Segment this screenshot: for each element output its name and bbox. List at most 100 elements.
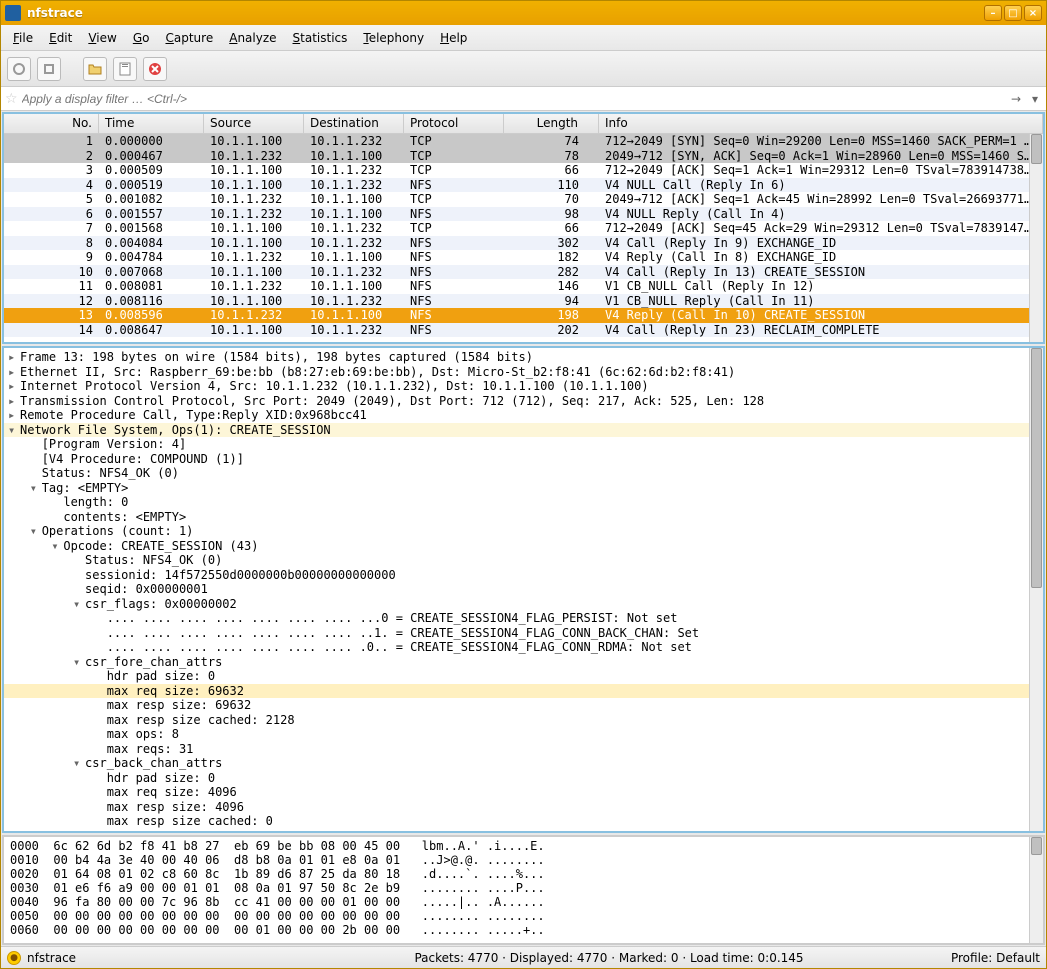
- menu-capture[interactable]: Capture: [157, 28, 221, 48]
- detail-line[interactable]: .... .... .... .... .... .... .... ..1. …: [4, 626, 1043, 641]
- detail-line[interactable]: sessionid: 14f572550d0000000b00000000000…: [4, 568, 1043, 583]
- toolbar: [1, 51, 1046, 87]
- hex-line[interactable]: 0050 00 00 00 00 00 00 00 00 00 00 00 00…: [10, 909, 1037, 923]
- bookmark-icon[interactable]: ☆: [5, 91, 18, 107]
- apply-filter-button[interactable]: →: [1004, 92, 1028, 106]
- menu-file[interactable]: File: [5, 28, 41, 48]
- detail-line[interactable]: ▾ Network File System, Ops(1): CREATE_SE…: [4, 423, 1043, 438]
- detail-line[interactable]: hdr pad size: 0: [4, 669, 1043, 684]
- hex-line[interactable]: 0040 96 fa 80 00 00 7c 96 8b cc 41 00 00…: [10, 895, 1037, 909]
- statusbar: ● nfstrace Packets: 4770 · Displayed: 47…: [1, 946, 1046, 968]
- app-icon: [5, 5, 21, 21]
- hex-scrollbar[interactable]: [1029, 837, 1043, 943]
- menu-statistics[interactable]: Statistics: [285, 28, 356, 48]
- col-header-length[interactable]: Length: [504, 114, 599, 133]
- detail-line[interactable]: max reqs: 31: [4, 742, 1043, 757]
- packet-detail-pane[interactable]: ▸ Frame 13: 198 bytes on wire (1584 bits…: [2, 346, 1045, 833]
- col-header-destination[interactable]: Destination: [304, 114, 404, 133]
- hex-line[interactable]: 0030 01 e6 f6 a9 00 00 01 01 08 0a 01 97…: [10, 881, 1037, 895]
- detail-line[interactable]: max ops: 2: [4, 829, 1043, 834]
- packet-list-pane: No. Time Source Destination Protocol Len…: [2, 112, 1045, 344]
- detail-line[interactable]: [Program Version: 4]: [4, 437, 1043, 452]
- table-row[interactable]: 40.00051910.1.1.10010.1.1.232NFS110V4 NU…: [4, 178, 1043, 193]
- start-capture-button[interactable]: [7, 57, 31, 81]
- detail-line[interactable]: ▸ Remote Procedure Call, Type:Reply XID:…: [4, 408, 1043, 423]
- open-file-button[interactable]: [83, 57, 107, 81]
- table-row[interactable]: 140.00864710.1.1.10010.1.1.232NFS202V4 C…: [4, 323, 1043, 338]
- detail-line[interactable]: max ops: 8: [4, 727, 1043, 742]
- detail-line[interactable]: ▸ Internet Protocol Version 4, Src: 10.1…: [4, 379, 1043, 394]
- detail-line[interactable]: length: 0: [4, 495, 1043, 510]
- detail-line[interactable]: ▾ Opcode: CREATE_SESSION (43): [4, 539, 1043, 554]
- detail-line[interactable]: [V4 Procedure: COMPOUND (1)]: [4, 452, 1043, 467]
- detail-line[interactable]: ▸ Transmission Control Protocol, Src Por…: [4, 394, 1043, 409]
- detail-line[interactable]: Status: NFS4_OK (0): [4, 553, 1043, 568]
- menu-view[interactable]: View: [80, 28, 124, 48]
- close-button[interactable]: ×: [1024, 5, 1042, 21]
- table-row[interactable]: 90.00478410.1.1.23210.1.1.100NFS182V4 Re…: [4, 250, 1043, 265]
- hex-line[interactable]: 0000 6c 62 6d b2 f8 41 b8 27 eb 69 be bb…: [10, 839, 1037, 853]
- hex-line[interactable]: 0060 00 00 00 00 00 00 00 00 00 01 00 00…: [10, 923, 1037, 937]
- detail-line[interactable]: ▸ Ethernet II, Src: Raspberr_69:be:bb (b…: [4, 365, 1043, 380]
- stop-capture-button[interactable]: [37, 57, 61, 81]
- col-header-protocol[interactable]: Protocol: [404, 114, 504, 133]
- detail-line[interactable]: .... .... .... .... .... .... .... ...0 …: [4, 611, 1043, 626]
- table-row[interactable]: 50.00108210.1.1.23210.1.1.100TCP702049→7…: [4, 192, 1043, 207]
- table-row[interactable]: 60.00155710.1.1.23210.1.1.100NFS98V4 NUL…: [4, 207, 1043, 222]
- table-row[interactable]: 100.00706810.1.1.10010.1.1.232NFS282V4 C…: [4, 265, 1043, 280]
- detail-line[interactable]: ▾ csr_back_chan_attrs: [4, 756, 1043, 771]
- detail-line[interactable]: ▸ Frame 13: 198 bytes on wire (1584 bits…: [4, 350, 1043, 365]
- window-title: nfstrace: [27, 6, 984, 20]
- table-row[interactable]: 10.00000010.1.1.10010.1.1.232TCP74712→20…: [4, 134, 1043, 149]
- detail-line[interactable]: ▾ Tag: <EMPTY>: [4, 481, 1043, 496]
- menu-go[interactable]: Go: [125, 28, 158, 48]
- menu-help[interactable]: Help: [432, 28, 475, 48]
- col-header-info[interactable]: Info: [599, 114, 1043, 133]
- table-row[interactable]: 20.00046710.1.1.23210.1.1.100TCP782049→7…: [4, 149, 1043, 164]
- status-right[interactable]: Profile: Default: [900, 951, 1040, 965]
- status-mid: Packets: 4770 · Displayed: 4770 · Marked…: [318, 951, 900, 965]
- hex-pane[interactable]: 0000 6c 62 6d b2 f8 41 b8 27 eb 69 be bb…: [2, 835, 1045, 945]
- expert-info-icon[interactable]: ●: [7, 951, 21, 965]
- col-header-no[interactable]: No.: [4, 114, 99, 133]
- col-header-source[interactable]: Source: [204, 114, 304, 133]
- packet-list-header: No. Time Source Destination Protocol Len…: [4, 114, 1043, 134]
- table-row[interactable]: 120.00811610.1.1.10010.1.1.232NFS94V1 CB…: [4, 294, 1043, 309]
- detail-line[interactable]: ▾ csr_flags: 0x00000002: [4, 597, 1043, 612]
- display-filter-input[interactable]: [22, 92, 1004, 106]
- minimize-button[interactable]: –: [984, 5, 1002, 21]
- detail-line[interactable]: max resp size cached: 0: [4, 814, 1043, 829]
- table-row[interactable]: 30.00050910.1.1.10010.1.1.232TCP66712→20…: [4, 163, 1043, 178]
- detail-line[interactable]: max resp size cached: 2128: [4, 713, 1043, 728]
- packet-list-scrollbar[interactable]: [1029, 134, 1043, 342]
- detail-line[interactable]: max resp size: 69632: [4, 698, 1043, 713]
- detail-scrollbar[interactable]: [1029, 348, 1043, 831]
- detail-line[interactable]: max req size: 69632: [4, 684, 1043, 699]
- save-button[interactable]: [113, 57, 137, 81]
- detail-line[interactable]: ▾ csr_fore_chan_attrs: [4, 655, 1043, 670]
- panes: No. Time Source Destination Protocol Len…: [1, 111, 1046, 946]
- menu-edit[interactable]: Edit: [41, 28, 80, 48]
- menu-telephony[interactable]: Telephony: [355, 28, 432, 48]
- table-row[interactable]: 110.00808110.1.1.23210.1.1.100NFS146V1 C…: [4, 279, 1043, 294]
- table-row[interactable]: 80.00408410.1.1.10010.1.1.232NFS302V4 Ca…: [4, 236, 1043, 251]
- detail-line[interactable]: Status: NFS4_OK (0): [4, 466, 1043, 481]
- detail-line[interactable]: max req size: 4096: [4, 785, 1043, 800]
- maximize-button[interactable]: □: [1004, 5, 1022, 21]
- detail-line[interactable]: .... .... .... .... .... .... .... .0.. …: [4, 640, 1043, 655]
- detail-line[interactable]: hdr pad size: 0: [4, 771, 1043, 786]
- table-row[interactable]: 70.00156810.1.1.10010.1.1.232TCP66712→20…: [4, 221, 1043, 236]
- detail-line[interactable]: max resp size: 4096: [4, 800, 1043, 815]
- packet-list-body[interactable]: 10.00000010.1.1.10010.1.1.232TCP74712→20…: [4, 134, 1043, 342]
- detail-line[interactable]: contents: <EMPTY>: [4, 510, 1043, 525]
- titlebar: nfstrace – □ ×: [1, 1, 1046, 25]
- close-file-button[interactable]: [143, 57, 167, 81]
- detail-line[interactable]: ▾ Operations (count: 1): [4, 524, 1043, 539]
- menu-analyze[interactable]: Analyze: [221, 28, 284, 48]
- hex-line[interactable]: 0020 01 64 08 01 02 c8 60 8c 1b 89 d6 87…: [10, 867, 1037, 881]
- col-header-time[interactable]: Time: [99, 114, 204, 133]
- filter-dropdown-button[interactable]: ▾: [1028, 92, 1042, 106]
- table-row[interactable]: 130.00859610.1.1.23210.1.1.100NFS198V4 R…: [4, 308, 1043, 323]
- hex-line[interactable]: 0010 00 b4 4a 3e 40 00 40 06 d8 b8 0a 01…: [10, 853, 1037, 867]
- detail-line[interactable]: seqid: 0x00000001: [4, 582, 1043, 597]
